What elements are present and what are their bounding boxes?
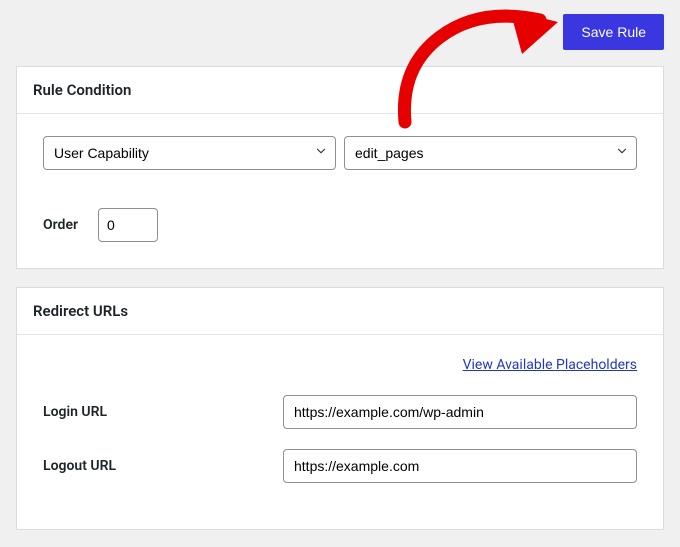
order-label: Order (43, 217, 78, 233)
view-placeholders-link[interactable]: View Available Placeholders (463, 357, 637, 373)
rule-condition-title: Rule Condition (17, 67, 663, 114)
logout-url-input[interactable] (283, 449, 637, 483)
login-url-label: Login URL (43, 404, 283, 420)
redirect-urls-panel: Redirect URLs View Available Placeholder… (16, 287, 664, 530)
save-rule-button[interactable]: Save Rule (563, 14, 664, 50)
capability-value-select[interactable]: edit_pages (344, 136, 637, 170)
capability-type-select[interactable]: User Capability (43, 136, 336, 170)
redirect-urls-title: Redirect URLs (17, 288, 663, 335)
rule-condition-panel: Rule Condition User Capability edit_page… (16, 66, 664, 269)
logout-url-label: Logout URL (43, 458, 283, 474)
order-input[interactable] (98, 208, 158, 242)
login-url-input[interactable] (283, 395, 637, 429)
